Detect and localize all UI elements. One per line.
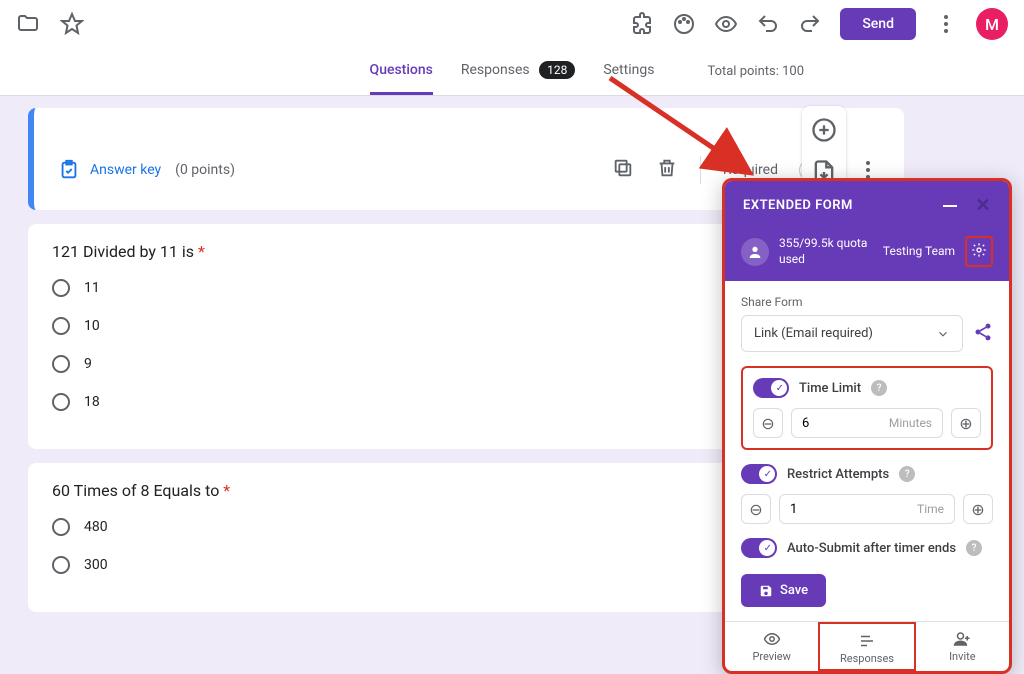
attempts-input[interactable]: 1 Time (779, 494, 955, 524)
total-points-label: Total points: 100 (707, 64, 804, 79)
redo-icon[interactable] (798, 12, 822, 36)
delete-icon[interactable] (656, 157, 678, 183)
addon-header: EXTENDED FORM ✕ (725, 181, 1009, 230)
radio-icon[interactable] (52, 317, 70, 335)
time-limit-label: Time Limit (799, 381, 861, 396)
more-menu-icon[interactable] (934, 12, 958, 36)
tab-responses-label: Responses (461, 62, 530, 78)
puzzle-icon[interactable] (630, 12, 654, 36)
attempts-decrement-button[interactable]: ⊖ (741, 494, 771, 524)
addon-bottom-tabs: Preview Responses Invite (725, 621, 1009, 671)
star-icon[interactable] (60, 12, 84, 36)
radio-icon[interactable] (52, 556, 70, 574)
addon-user-avatar (741, 238, 769, 266)
restrict-label: Restrict Attempts (787, 467, 889, 482)
addon-subheader: 355/99.5k quota used Testing Team (725, 230, 1009, 281)
save-button[interactable]: Save (741, 574, 826, 607)
send-button[interactable]: Send (840, 8, 916, 40)
radio-icon[interactable] (52, 393, 70, 411)
required-label: Required (723, 162, 778, 178)
option-text: 18 (84, 394, 100, 410)
add-question-icon[interactable] (810, 116, 838, 144)
share-icon[interactable] (973, 322, 993, 346)
time-limit-value: 6 (802, 416, 809, 431)
time-limit-toggle[interactable]: ✓ (753, 378, 789, 398)
help-icon[interactable]: ? (871, 380, 887, 396)
time-decrement-button[interactable]: ⊖ (753, 408, 783, 438)
option-text: 300 (84, 557, 108, 573)
responses-count-badge: 128 (539, 61, 575, 79)
attempts-unit: Time (917, 502, 944, 516)
attempts-increment-button[interactable]: ⊕ (963, 494, 993, 524)
app-toolbar: Send M (0, 0, 1024, 48)
preview-icon[interactable] (714, 12, 738, 36)
tab-questions[interactable]: Questions (370, 48, 433, 95)
addon-settings-button[interactable] (965, 236, 993, 267)
addon-tab-responses[interactable]: Responses (818, 622, 915, 671)
undo-icon[interactable] (756, 12, 780, 36)
radio-icon[interactable] (52, 518, 70, 536)
auto-submit-section: ✓ Auto-Submit after timer ends ? (741, 538, 993, 558)
autosubmit-toggle[interactable]: ✓ (741, 538, 777, 558)
time-limit-unit: Minutes (889, 416, 932, 430)
folder-icon[interactable] (16, 12, 40, 36)
chevron-down-icon (936, 327, 950, 341)
save-label: Save (780, 583, 808, 598)
autosubmit-label: Auto-Submit after timer ends (787, 541, 956, 556)
radio-icon[interactable] (52, 279, 70, 297)
time-limit-input[interactable]: 6 Minutes (791, 408, 943, 438)
option-text: 11 (84, 280, 100, 296)
tab-settings[interactable]: Settings (603, 48, 654, 95)
palette-icon[interactable] (672, 12, 696, 36)
required-star-icon: * (198, 242, 205, 261)
tab-responses[interactable]: Responses 128 (461, 48, 575, 95)
answer-key-button[interactable]: Answer key (58, 159, 161, 181)
extended-form-panel: EXTENDED FORM ✕ 355/99.5k quota used Tes… (722, 178, 1012, 674)
divider (700, 156, 701, 184)
radio-icon[interactable] (52, 355, 70, 373)
option-text: 480 (84, 519, 108, 535)
share-form-select[interactable]: Link (Email required) (741, 315, 963, 352)
addon-title: EXTENDED FORM (743, 198, 853, 213)
share-select-value: Link (Email required) (754, 326, 873, 341)
attempts-value: 1 (790, 502, 797, 517)
time-limit-section: ✓ Time Limit ? ⊖ 6 Minutes ⊕ (741, 366, 993, 450)
user-avatar[interactable]: M (976, 8, 1008, 40)
form-tabs: Questions Responses 128 Settings Total p… (0, 48, 1024, 96)
minimize-icon[interactable] (943, 205, 957, 207)
addon-body: Share Form Link (Email required) ✓ Time … (725, 281, 1009, 621)
help-icon[interactable]: ? (966, 540, 982, 556)
quota-text: 355/99.5k quota used (779, 236, 873, 267)
share-form-label: Share Form (741, 295, 993, 309)
required-star-icon: * (223, 481, 230, 500)
restrict-toggle[interactable]: ✓ (741, 464, 777, 484)
close-icon[interactable]: ✕ (975, 195, 991, 216)
addon-tab-preview[interactable]: Preview (725, 622, 818, 671)
addon-tab-invite[interactable]: Invite (916, 622, 1009, 671)
option-text: 9 (84, 356, 92, 372)
restrict-attempts-section: ✓ Restrict Attempts ? ⊖ 1 Time ⊕ (741, 464, 993, 524)
duplicate-icon[interactable] (612, 157, 634, 183)
answer-key-label: Answer key (90, 162, 161, 178)
help-icon[interactable]: ? (899, 466, 915, 482)
save-icon (759, 584, 773, 598)
option-text: 10 (84, 318, 100, 334)
points-label: (0 points) (175, 162, 235, 178)
time-increment-button[interactable]: ⊕ (951, 408, 981, 438)
team-text: Testing Team (883, 244, 955, 260)
